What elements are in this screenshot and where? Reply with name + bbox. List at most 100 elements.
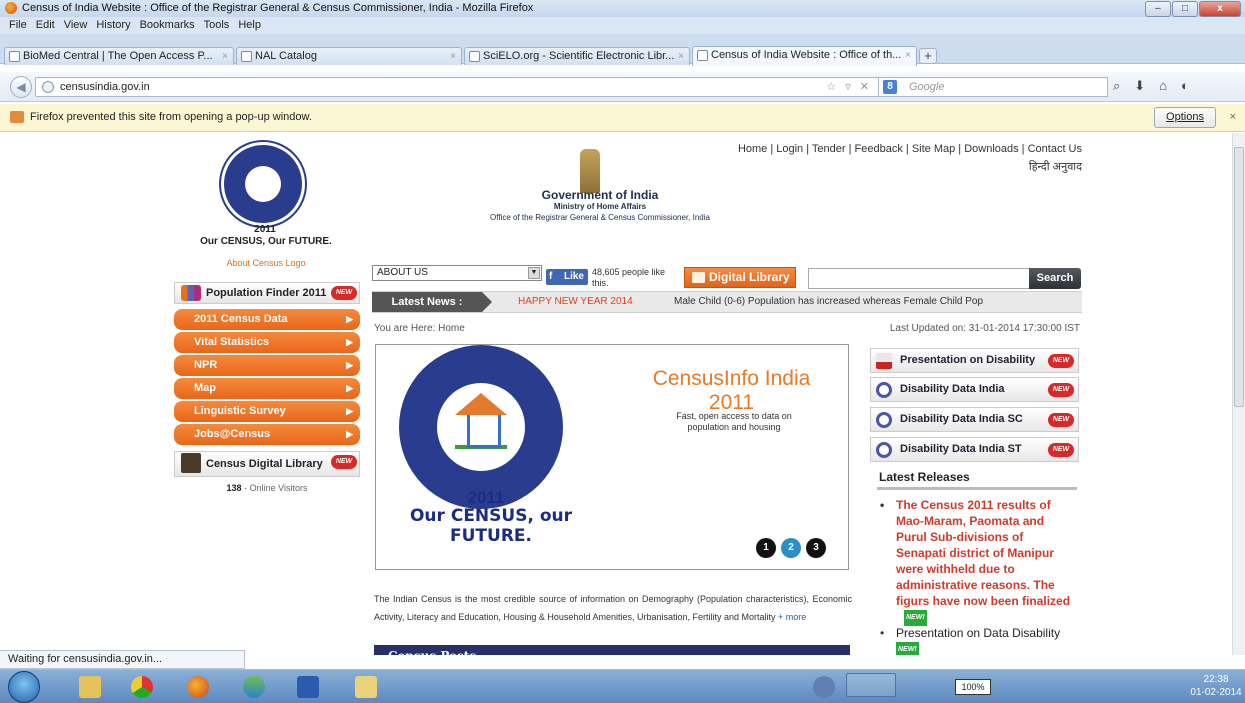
breadcrumb: You are Here: Home bbox=[374, 323, 465, 334]
taskbar-messenger[interactable] bbox=[232, 672, 276, 702]
divider bbox=[877, 487, 1077, 490]
search-engine-icon[interactable]: 8 bbox=[883, 80, 897, 94]
bullet: • bbox=[880, 498, 885, 512]
menu-file[interactable]: File bbox=[9, 17, 27, 34]
taskbar-chrome[interactable] bbox=[120, 672, 164, 702]
close-tab-icon[interactable]: × bbox=[905, 47, 911, 64]
taskbar-app-notification[interactable] bbox=[802, 672, 846, 702]
close-tab-icon[interactable]: × bbox=[222, 48, 228, 65]
menu-tools[interactable]: Tools bbox=[204, 17, 230, 34]
tab-scielo[interactable]: SciELO.org - Scientific Electronic Libr.… bbox=[464, 47, 690, 65]
more-link[interactable]: + more bbox=[778, 612, 806, 622]
ministry-title: Ministry of Home Affairs bbox=[553, 202, 647, 211]
censusinfo-banner[interactable]: 2011 Our CENSUS, our FUTURE. CensusInfo … bbox=[375, 344, 849, 570]
disc-icon bbox=[876, 442, 892, 458]
sidebar-item-npr[interactable]: NPR ▶ bbox=[174, 355, 360, 376]
sidebar-item-linguistic-survey[interactable]: Linguistic Survey ▶ bbox=[174, 401, 360, 422]
close-window-button[interactable]: x bbox=[1199, 1, 1241, 17]
minimize-button[interactable]: – bbox=[1145, 1, 1171, 17]
network-signal-icon[interactable] bbox=[846, 673, 896, 697]
tab-census-active[interactable]: Census of India Website : Office of th..… bbox=[692, 46, 917, 66]
news-item[interactable]: HAPPY NEW YEAR 2014 bbox=[518, 292, 633, 312]
close-tab-icon[interactable]: × bbox=[450, 48, 456, 65]
options-button[interactable]: Options bbox=[1154, 107, 1216, 128]
close-tab-icon[interactable]: × bbox=[678, 48, 684, 65]
window-titlebar: Census of India Website : Office of the … bbox=[0, 0, 1245, 17]
page-scrollbar[interactable] bbox=[1232, 133, 1245, 655]
office-title: Office of the Registrar General & Census… bbox=[490, 213, 710, 222]
news-item[interactable]: Male Child (0-6) Population has increase… bbox=[674, 292, 983, 312]
disability-data-st-link[interactable]: Disability Data India ST NEW bbox=[870, 437, 1079, 462]
census-logo[interactable] bbox=[221, 142, 305, 226]
new-small-badge: NEW! bbox=[904, 609, 927, 626]
site-search-button[interactable]: Search bbox=[1029, 268, 1081, 289]
nav-toolbar-icons: ⌕ ⬇ ⌂ ◐ bbox=[1113, 78, 1189, 94]
url-bar[interactable]: censusindia.gov.in ☆ ▿ ✕ bbox=[35, 77, 879, 97]
national-emblem-icon bbox=[580, 149, 600, 193]
search-input[interactable]: 8 Google bbox=[878, 77, 1108, 97]
hindi-translation-link[interactable]: हिन्दी अनुवाद bbox=[930, 159, 1082, 174]
popup-blocked-icon bbox=[10, 111, 24, 123]
start-button[interactable] bbox=[8, 671, 40, 703]
new-badge: NEW bbox=[1048, 413, 1074, 427]
tab-nal-catalog[interactable]: NAL Catalog × bbox=[236, 47, 462, 65]
battery-indicator[interactable]: 100% bbox=[955, 679, 991, 695]
census-digital-library-link[interactable]: Census Digital Library NEW bbox=[174, 451, 360, 477]
page-viewport: 2011 Our CENSUS, Our FUTURE. About Censu… bbox=[0, 133, 1232, 655]
tab-biomed[interactable]: BioMed Central | The Open Access P... × bbox=[4, 47, 234, 65]
addon-icon[interactable]: ◐ bbox=[1181, 78, 1189, 94]
arrow-right-icon: ▶ bbox=[346, 314, 353, 324]
disability-data-india-link[interactable]: Disability Data India NEW bbox=[870, 377, 1079, 402]
slide-dot[interactable]: 3 bbox=[806, 538, 826, 558]
search-icon[interactable]: ⌕ bbox=[1113, 78, 1120, 94]
banner-year: 2011 bbox=[467, 488, 505, 507]
population-icon bbox=[181, 285, 201, 301]
system-clock[interactable]: 22:38 01-02-2014 bbox=[1190, 673, 1242, 699]
search-placeholder: Google bbox=[909, 81, 945, 93]
sidebar-item-label: Linguistic Survey bbox=[194, 405, 286, 417]
firefox-icon bbox=[187, 676, 209, 698]
globe-icon bbox=[42, 81, 54, 93]
new-tab-button[interactable]: + bbox=[919, 48, 937, 64]
folder-icon bbox=[79, 676, 101, 698]
taskbar-paint[interactable] bbox=[344, 672, 388, 702]
maximize-button[interactable]: □ bbox=[1172, 1, 1198, 17]
about-us-select[interactable]: ABOUT US ▼ bbox=[372, 265, 542, 281]
taskbar-word[interactable] bbox=[286, 672, 330, 702]
disability-data-sc-link[interactable]: Disability Data India SC NEW bbox=[870, 407, 1079, 432]
taskbar-firefox[interactable] bbox=[176, 672, 220, 702]
taskbar-explorer[interactable] bbox=[68, 672, 112, 702]
close-notice-icon[interactable]: × bbox=[1230, 104, 1236, 131]
menu-history[interactable]: History bbox=[96, 17, 130, 34]
bookmark-star-icon[interactable]: ☆ ▿ ✕ bbox=[826, 78, 872, 96]
sidebar-item-jobs[interactable]: Jobs@Census ▶ bbox=[174, 424, 360, 445]
menu-edit[interactable]: Edit bbox=[36, 17, 55, 34]
site-search-input[interactable] bbox=[808, 268, 1030, 289]
top-nav-links[interactable]: Home | Login | Tender | Feedback | Site … bbox=[730, 143, 1082, 155]
menu-view[interactable]: View bbox=[64, 17, 88, 34]
sidebar-item-map[interactable]: Map ▶ bbox=[174, 378, 360, 399]
back-button[interactable]: ◀ bbox=[10, 76, 32, 98]
digital-library-button[interactable]: Digital Library bbox=[684, 267, 796, 288]
slide-dot-active[interactable]: 2 bbox=[781, 538, 801, 558]
release-item[interactable]: • Presentation on Data Disability NEW! bbox=[880, 625, 1076, 655]
slide-dot[interactable]: 1 bbox=[756, 538, 776, 558]
home-icon[interactable]: ⌂ bbox=[1159, 78, 1167, 94]
page-icon bbox=[241, 51, 252, 62]
sidebar-item-census-data[interactable]: 2011 Census Data ▶ bbox=[174, 309, 360, 330]
menu-help[interactable]: Help bbox=[238, 17, 261, 34]
people-icon bbox=[243, 676, 265, 698]
right-link-label: Disability Data India bbox=[900, 383, 1005, 395]
latest-releases-heading: Latest Releases bbox=[879, 470, 970, 484]
presentation-disability-link[interactable]: Presentation on Disability NEW bbox=[870, 348, 1079, 373]
menu-bookmarks[interactable]: Bookmarks bbox=[140, 17, 195, 34]
download-icon[interactable]: ⬇ bbox=[1134, 78, 1145, 94]
chevron-down-icon[interactable]: ▼ bbox=[528, 267, 540, 279]
scrollbar-thumb[interactable] bbox=[1234, 147, 1244, 407]
release-item[interactable]: • The Census 2011 results of Mao-Maram, … bbox=[880, 497, 1076, 626]
about-census-logo-link[interactable]: About Census Logo bbox=[186, 258, 346, 268]
facebook-like-button[interactable]: Like bbox=[546, 269, 588, 285]
population-finder-link[interactable]: Population Finder 2011 NEW bbox=[174, 282, 360, 304]
logo-slogan: Our CENSUS, Our FUTURE. bbox=[200, 236, 332, 247]
sidebar-item-vital-statistics[interactable]: Vital Statistics ▶ bbox=[174, 332, 360, 353]
